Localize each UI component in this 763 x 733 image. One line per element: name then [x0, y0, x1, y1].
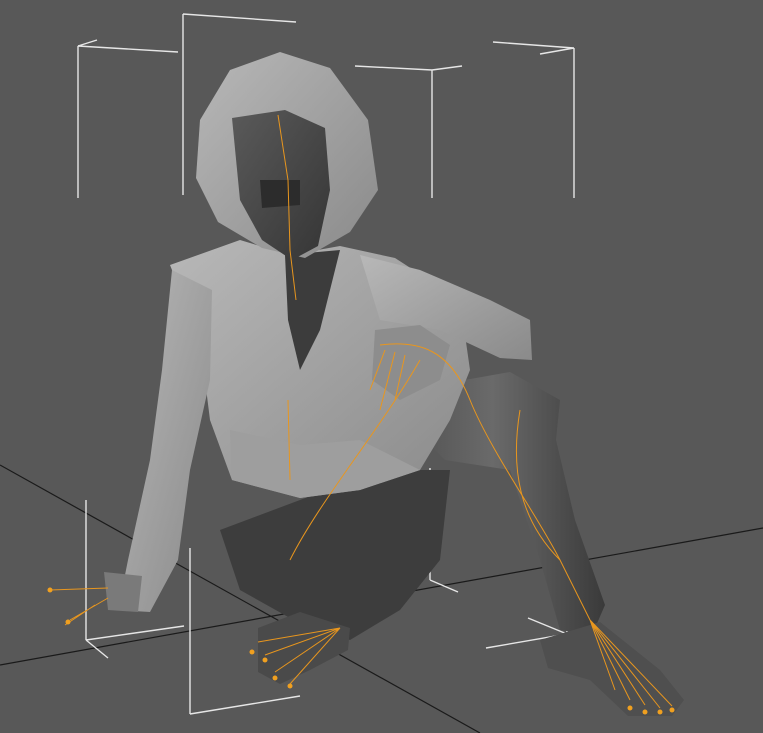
scene-canvas[interactable]: [0, 0, 763, 733]
3d-viewport[interactable]: [0, 0, 763, 733]
